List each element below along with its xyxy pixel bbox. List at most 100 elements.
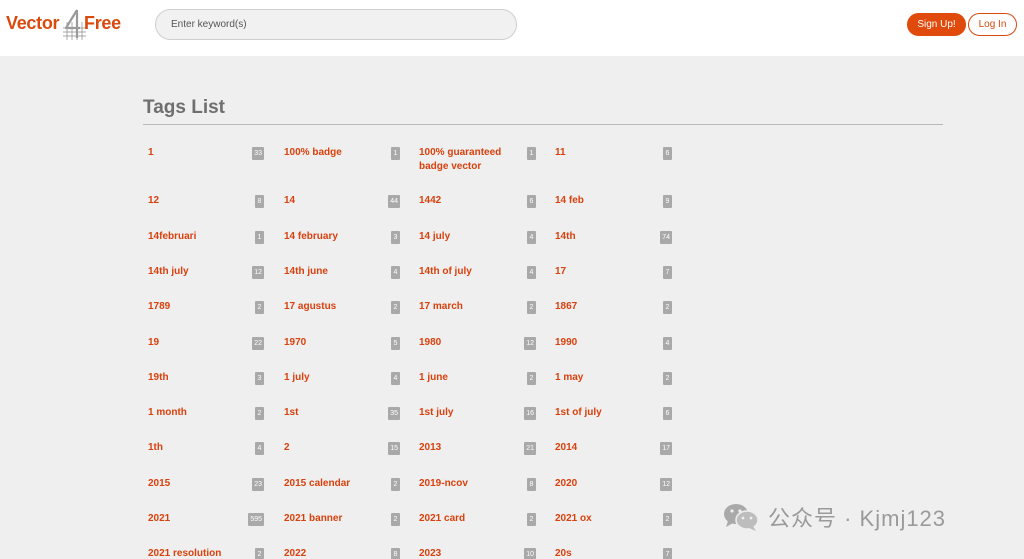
tag-count-badge: 2: [255, 301, 264, 314]
tag-count-badge: 2: [391, 478, 400, 491]
tag-count-badge: 7: [663, 548, 672, 559]
tag-count-badge: 35: [388, 407, 400, 420]
title-divider: [143, 124, 943, 125]
tag-link[interactable]: 2015: [148, 477, 170, 491]
tag-link[interactable]: 1st of july: [555, 406, 602, 420]
tag-link[interactable]: 19th: [148, 371, 169, 385]
tag-count-badge: 3: [255, 372, 264, 385]
tag-count-badge: 2: [663, 513, 672, 526]
tag-link[interactable]: 14februari: [148, 230, 196, 244]
tag-link[interactable]: 14th june: [284, 265, 328, 279]
tag-link[interactable]: 2013: [419, 441, 441, 455]
tag-count-badge: 2: [255, 548, 264, 559]
tag-link[interactable]: 1 may: [555, 371, 583, 385]
tag-count-badge: 2: [527, 513, 536, 526]
tag-link[interactable]: 1 july: [284, 371, 310, 385]
tag-count-badge: 15: [388, 442, 400, 455]
tag-link[interactable]: 2015 calendar: [284, 477, 350, 491]
tag-link[interactable]: 17 agustus: [284, 300, 336, 314]
tag-link[interactable]: 2021 banner: [284, 512, 342, 526]
tag-count-badge: 4: [391, 372, 400, 385]
tag-count-badge: 8: [391, 548, 400, 559]
tag-link[interactable]: 2021 ox: [555, 512, 592, 526]
tag-link[interactable]: 12: [148, 194, 159, 208]
tag-count-badge: 8: [527, 478, 536, 491]
logo-text-right: Free: [84, 13, 121, 33]
tag-link[interactable]: 2022: [284, 547, 306, 559]
tag-link[interactable]: 14: [284, 194, 295, 208]
tag-count-badge: 2: [255, 407, 264, 420]
tag-link[interactable]: 1: [148, 146, 154, 160]
watermark-text: 公众号 · Kjmj123: [768, 506, 947, 531]
site-logo[interactable]: Vector Free: [6, 8, 124, 40]
tag-link[interactable]: 20s: [555, 547, 572, 559]
tag-link[interactable]: 17: [555, 265, 566, 279]
tag-link[interactable]: 1990: [555, 336, 577, 350]
tag-link[interactable]: 14th: [555, 230, 576, 244]
tag-count-badge: 2: [391, 301, 400, 314]
tag-count-badge: 33: [252, 147, 264, 160]
tag-link[interactable]: 14 july: [419, 230, 450, 244]
search-input[interactable]: [155, 9, 517, 40]
watermark: 公众号 · Kjmj123: [722, 500, 946, 534]
tag-count-badge: 16: [524, 407, 536, 420]
tag-count-badge: 74: [660, 231, 672, 244]
tag-link[interactable]: 1980: [419, 336, 441, 350]
tag-link[interactable]: 2014: [555, 441, 577, 455]
tag-count-badge: 6: [527, 195, 536, 208]
tag-count-badge: 23: [252, 478, 264, 491]
tag-link[interactable]: 14th july: [148, 265, 189, 279]
tag-link[interactable]: 1789: [148, 300, 170, 314]
site-header: Vector Free Sign Up! Log In: [0, 0, 1024, 56]
tag-count-badge: 1: [255, 231, 264, 244]
wechat-icon: [724, 504, 759, 531]
tag-count-badge: 4: [391, 266, 400, 279]
tag-count-badge: 2: [527, 301, 536, 314]
tag-count-badge: 12: [252, 266, 264, 279]
tag-link[interactable]: 2020: [555, 477, 577, 491]
tag-link[interactable]: 100% badge: [284, 146, 342, 160]
tag-link[interactable]: 14 feb: [555, 194, 584, 208]
tag-link[interactable]: 1st july: [419, 406, 453, 420]
tag-count-badge: 17: [660, 442, 672, 455]
tag-link[interactable]: 1970: [284, 336, 306, 350]
tag-link[interactable]: 1st: [284, 406, 298, 420]
tag-count-badge: 6: [663, 147, 672, 160]
tag-link[interactable]: 19: [148, 336, 159, 350]
tag-link[interactable]: 2021 card: [419, 512, 465, 526]
tag-link[interactable]: 11: [555, 146, 566, 160]
page-title: Tags List: [143, 97, 225, 118]
tag-count-badge: 4: [255, 442, 264, 455]
tag-count-badge: 3: [391, 231, 400, 244]
tag-count-badge: 21: [524, 442, 536, 455]
tag-count-badge: 4: [527, 231, 536, 244]
tag-count-badge: 4: [663, 337, 672, 350]
tag-link[interactable]: 1867: [555, 300, 577, 314]
tag-count-badge: 7: [663, 266, 672, 279]
tag-link[interactable]: 2021: [148, 512, 170, 526]
tag-link[interactable]: 1442: [419, 194, 441, 208]
tag-link[interactable]: 2: [284, 441, 290, 455]
tag-link[interactable]: 14 february: [284, 230, 338, 244]
tag-count-badge: 12: [660, 478, 672, 491]
tag-link[interactable]: 2019-ncov: [419, 477, 468, 491]
tag-link[interactable]: 100% guaranteed badge vector: [419, 146, 519, 174]
tag-count-badge: 2: [663, 301, 672, 314]
tag-link[interactable]: 1 june: [419, 371, 448, 385]
tag-count-badge: 10: [524, 548, 536, 559]
tag-link[interactable]: 1th: [148, 441, 163, 455]
tag-link[interactable]: 2021 resolution: [148, 547, 221, 559]
tag-count-badge: 595: [248, 513, 264, 526]
tag-link[interactable]: 17 march: [419, 300, 463, 314]
tag-count-badge: 2: [527, 372, 536, 385]
tag-link[interactable]: 2023: [419, 547, 441, 559]
tag-link[interactable]: 1 month: [148, 406, 187, 420]
tag-count-badge: 6: [663, 407, 672, 420]
tag-link[interactable]: 14th of july: [419, 265, 472, 279]
logo-text-left: Vector: [6, 13, 60, 33]
log-in-button[interactable]: Log In: [968, 13, 1017, 36]
sign-up-button[interactable]: Sign Up!: [907, 13, 966, 36]
tag-count-badge: 2: [391, 513, 400, 526]
tag-count-badge: 1: [391, 147, 400, 160]
tag-count-badge: 4: [527, 266, 536, 279]
